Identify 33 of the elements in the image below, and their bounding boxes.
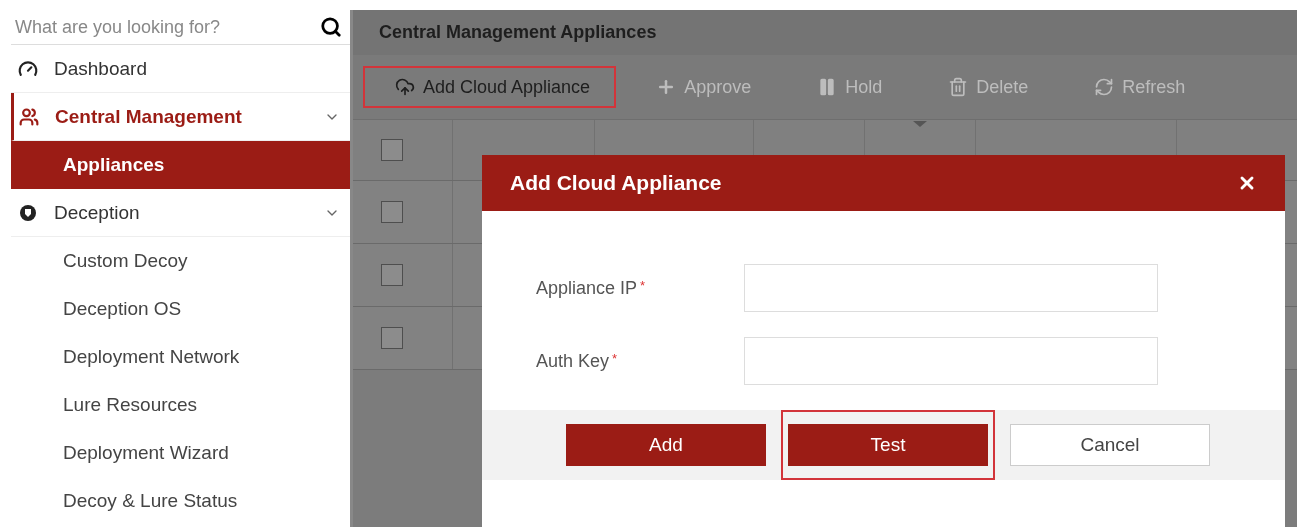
checkbox[interactable] xyxy=(381,139,403,161)
required-mark: * xyxy=(640,277,646,293)
refresh-icon xyxy=(1094,77,1115,97)
users-icon xyxy=(19,106,39,127)
field-label: Auth Key xyxy=(536,350,610,372)
dialog-button[interactable]: Add xyxy=(566,424,766,466)
checkbox[interactable] xyxy=(381,264,403,286)
page-title: Central Management Appliances xyxy=(353,10,1297,55)
dialog-button[interactable]: Test xyxy=(788,424,988,466)
trash-icon xyxy=(948,77,969,97)
input-field[interactable] xyxy=(744,264,1158,312)
nav-item[interactable]: Dashboard xyxy=(11,45,350,93)
gauge-icon xyxy=(18,58,38,79)
nav-subitem[interactable]: Decoy & Lure Status xyxy=(11,477,350,525)
input-field[interactable] xyxy=(744,337,1158,385)
nav-subitem[interactable]: Deployment Wizard xyxy=(11,429,350,477)
nav-subitem[interactable]: Deployment Network xyxy=(11,333,350,381)
nav-subitem[interactable]: Custom Decoy xyxy=(11,237,350,285)
dialog-button[interactable]: Cancel xyxy=(1010,424,1210,466)
dialog-title: Add Cloud Appliance xyxy=(510,171,722,195)
field-label: Appliance IP xyxy=(536,277,638,299)
cloud-icon xyxy=(395,77,415,97)
nav-item[interactable]: Deception xyxy=(11,189,350,237)
circle-icon xyxy=(18,202,38,223)
search-field[interactable]: What are you looking for? xyxy=(11,16,320,38)
nav-subitem[interactable]: Appliances xyxy=(11,141,350,189)
required-mark: * xyxy=(612,350,618,366)
toolbar-button[interactable]: Add Cloud Appliance xyxy=(363,66,617,108)
nav-subitem[interactable]: Lure Resources xyxy=(11,381,350,429)
search-icon[interactable] xyxy=(320,16,342,38)
nav-subitem[interactable]: Deception OS xyxy=(11,285,350,333)
checkbox[interactable] xyxy=(381,201,403,223)
checkbox[interactable] xyxy=(381,327,403,349)
